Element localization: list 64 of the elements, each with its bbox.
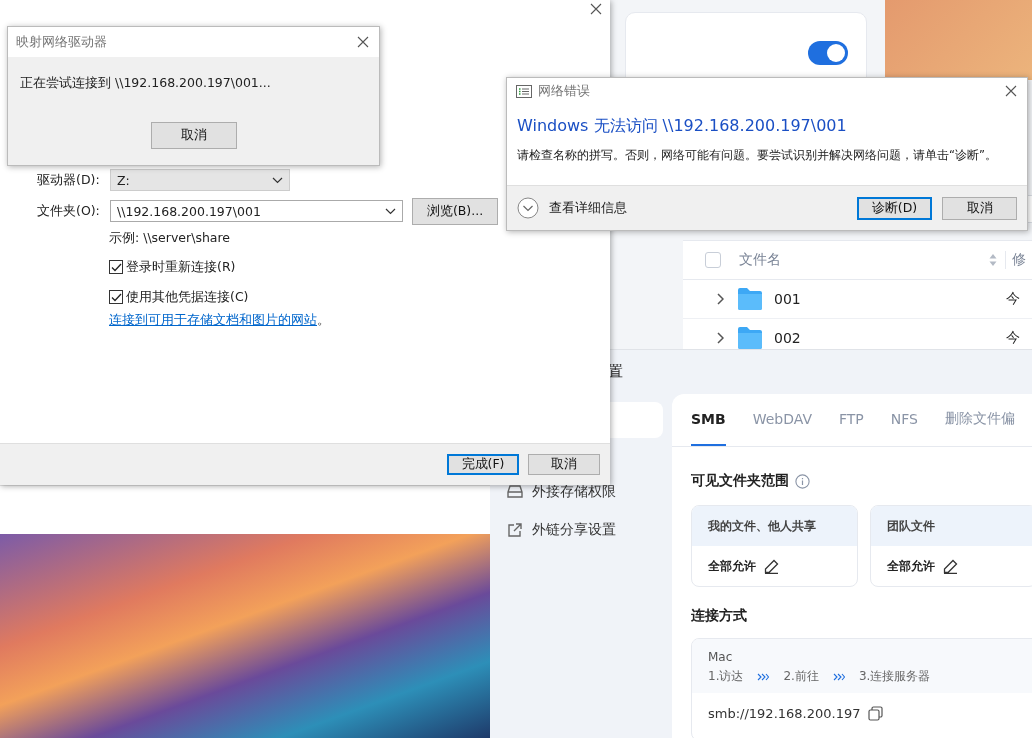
expand-icon[interactable] [517, 197, 539, 219]
example-text: 示例: \\server\share [109, 230, 232, 247]
sidebar-item[interactable]: 外接存储权限 [507, 482, 616, 502]
close-icon[interactable] [590, 3, 602, 15]
status-message: 正在尝试连接到 \\192.168.200.197\001... [20, 75, 272, 92]
smb-address: smb://192.168.200.197 [708, 706, 861, 721]
edit-icon[interactable] [764, 558, 779, 574]
panel-title: 置 [608, 362, 623, 381]
website-link[interactable]: 连接到可用于存储文档和图片的网站 [109, 312, 317, 327]
chevron-right-icon[interactable] [716, 293, 724, 305]
folder-icon [737, 326, 763, 350]
info-icon[interactable] [795, 473, 810, 489]
dialog-button[interactable]: 完成(F) [447, 454, 519, 475]
edit-icon[interactable] [943, 558, 958, 574]
folder-dropdown[interactable]: \\192.168.200.197\001 [110, 200, 403, 222]
field-label: 文件夹(O): [37, 202, 101, 220]
cancel-button[interactable]: 取消 [150, 122, 237, 149]
details-toggle[interactable]: 查看详细信息 [549, 199, 627, 217]
file-name[interactable]: 001 [774, 291, 1006, 307]
file-name[interactable]: 002 [774, 330, 1006, 346]
sidebar-item[interactable]: 外链分享设置 [507, 520, 616, 540]
drive-dropdown[interactable]: Z: [110, 169, 290, 191]
column-header[interactable]: 修 [1005, 251, 1032, 269]
browse-button[interactable]: 浏览(B)... [412, 197, 498, 225]
checkbox-option[interactable]: 使用其他凭据连接(C) [109, 282, 610, 312]
tab[interactable]: SMB [691, 394, 726, 446]
dialog-button[interactable]: 取消 [942, 196, 1017, 220]
platform-label: Mac [708, 650, 734, 664]
section-title: 可见文件夹范围 [691, 472, 789, 490]
step-label: 2.前往 [783, 668, 819, 685]
chevron-down-icon [385, 207, 396, 215]
chevrons-icon [832, 672, 845, 681]
permission-value: 全部允许 [887, 557, 935, 575]
checkbox-option[interactable]: 登录时重新连接(R) [109, 252, 610, 282]
dialog-button[interactable]: 诊断(D) [857, 196, 932, 220]
close-icon[interactable] [1005, 85, 1017, 97]
chevron-down-icon [272, 176, 283, 184]
drive-icon [507, 485, 523, 499]
step-label: 1.访达 [708, 668, 744, 685]
window-title: 映射网络驱动器 [16, 33, 107, 51]
checkbox[interactable] [109, 260, 123, 274]
error-message: 请检查名称的拼写。否则，网络可能有问题。要尝试识别并解决网络问题，请单击“诊断”。 [516, 147, 998, 163]
window-title: 网络错误 [538, 82, 590, 100]
close-icon[interactable] [357, 36, 369, 48]
column-header[interactable]: 文件名 [739, 251, 989, 269]
step-label: 3.连接服务器 [858, 668, 931, 685]
modified-date: 今 [1006, 329, 1021, 347]
folder-icon [737, 287, 763, 311]
card-title: 团队文件 [871, 506, 1032, 546]
toggle-switch[interactable] [808, 41, 848, 65]
card-title: 我的文件、他人共享 [692, 506, 857, 546]
modified-date: 今 [1006, 290, 1021, 308]
error-heading: Windows 无法访问 \\192.168.200.197\001 [516, 115, 848, 137]
punctuation: 。 [317, 312, 330, 327]
share-icon [507, 522, 523, 538]
copy-icon[interactable] [868, 706, 884, 721]
list-icon [516, 84, 532, 98]
field-label: 驱动器(D): [37, 171, 101, 189]
section-title: 连接方式 [691, 607, 748, 625]
checkbox[interactable] [109, 290, 123, 304]
dialog-button[interactable]: 取消 [528, 454, 600, 475]
permission-value: 全部允许 [708, 557, 756, 575]
chevron-right-icon[interactable] [716, 332, 724, 344]
chevrons-icon [757, 672, 770, 681]
